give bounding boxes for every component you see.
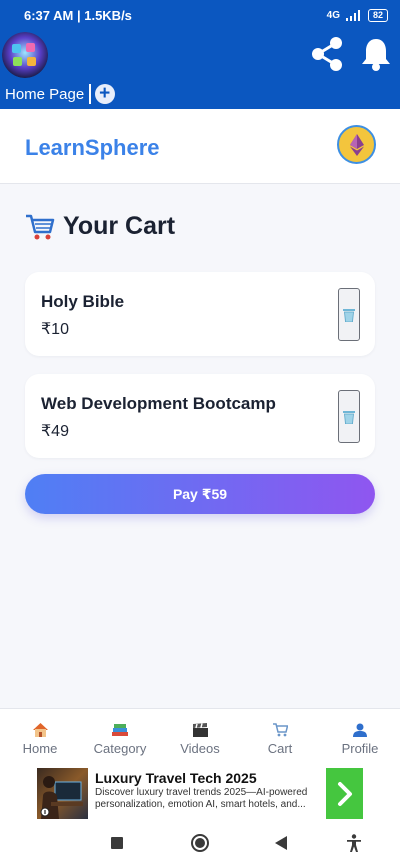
brand-logo[interactable]: LearnSphere [25,135,160,161]
app-logo[interactable] [2,32,48,78]
notifications-button[interactable] [360,36,392,72]
cart-icon [26,214,55,239]
home-circle-icon[interactable] [191,834,209,852]
nav-profile[interactable]: Profile [320,709,400,768]
item-price: ₹10 [41,321,69,338]
status-bar: 6:37 AM | 1.5KB/s 4G 82 [0,0,400,30]
recents-icon[interactable] [111,837,123,849]
trash-icon [343,308,355,322]
nav-videos[interactable]: Videos [160,709,240,768]
item-name: Holy Bible [41,292,125,311]
nav-label: Profile [341,741,379,756]
nav-label: Cart [267,741,293,756]
page-title: Your Cart [63,212,176,240]
accessibility-icon[interactable] [347,834,361,852]
books-icon [112,721,128,738]
ad-description[interactable]: Discover luxury travel trends 2025—AI-po… [95,787,315,811]
clapper-icon [192,721,208,738]
status-icons: 4G 82 [326,8,388,22]
cart-heading: Your Cart [25,212,175,241]
chevron-right-icon [337,781,352,806]
share-icon [312,37,342,71]
plus-icon: + [99,83,111,104]
back-icon[interactable] [274,836,288,850]
remove-item-button[interactable] [338,288,360,341]
ethereum-icon [349,133,364,156]
battery-indicator: 82 [367,8,388,22]
user-icon [353,721,367,738]
status-time: 6:37 AM | 1.5KB/s [24,7,132,23]
breadcrumb: Home Page + [5,84,115,104]
cart-item: Web Development Bootcamp ₹49 [25,374,375,458]
ad-title[interactable]: Luxury Travel Tech 2025 [95,770,257,786]
nav-category[interactable]: Category [80,709,160,768]
nav-label: Videos [180,741,220,756]
cart-icon [272,721,288,738]
house-icon [32,721,48,738]
bell-icon [362,39,390,71]
ad-banner[interactable]: Luxury Travel Tech 2025 Discover luxury … [0,768,400,820]
cart-item: Holy Bible ₹10 [25,272,375,356]
remove-item-button[interactable] [338,390,360,443]
breadcrumb-divider [89,84,91,104]
nav-label: Home [22,741,58,756]
bottom-nav: Home Category Videos Cart Profile [0,708,400,768]
tab-home-page[interactable]: Home Page [5,86,84,103]
ad-open-button[interactable] [326,768,363,819]
nav-label: Category [93,741,147,756]
pay-button[interactable]: Pay ₹59 [25,474,375,514]
network-label: 4G [326,9,340,21]
share-button[interactable] [309,35,345,73]
nav-cart[interactable]: Cart [240,709,320,768]
ad-image[interactable] [37,768,88,819]
wallet-avatar[interactable] [337,125,376,164]
item-name: Web Development Bootcamp [41,394,276,413]
site-header: LearnSphere [0,109,400,184]
trash-icon [343,410,355,424]
add-tab-button[interactable]: + [94,83,115,104]
item-price: ₹49 [41,423,69,440]
signal-icon [345,9,360,21]
nav-home[interactable]: Home [0,709,80,768]
app-bar: Home Page + [0,30,400,109]
system-nav-bar [0,820,400,867]
